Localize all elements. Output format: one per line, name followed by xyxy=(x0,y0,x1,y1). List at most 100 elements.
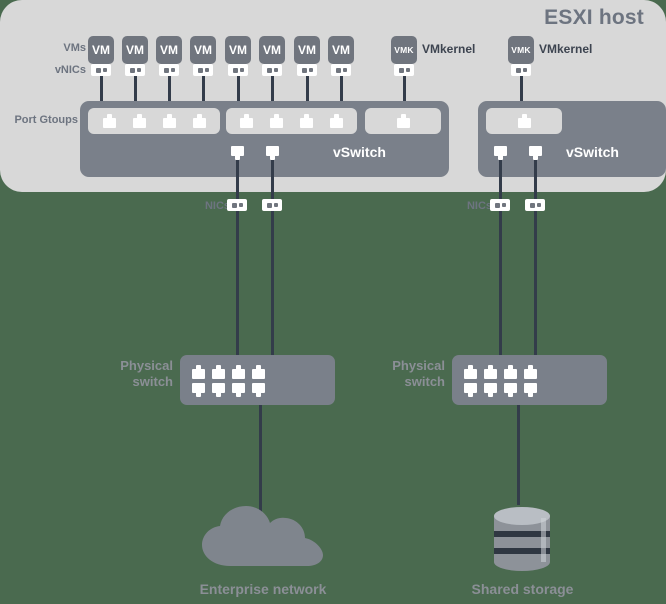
physical-switch-left-label: Physical switch xyxy=(120,358,173,389)
vmkernel-badge: VMK xyxy=(511,45,531,55)
vnic-wire xyxy=(403,76,406,104)
vm-box[interactable]: VM xyxy=(156,36,182,64)
vmkernel-box[interactable]: VMK xyxy=(508,36,534,64)
uplink-wire xyxy=(236,160,239,200)
vswitch-uplink-port xyxy=(231,146,244,160)
uplink-wire xyxy=(499,160,502,200)
vswitch-uplink-port xyxy=(266,146,279,160)
vnic-wire xyxy=(271,76,274,104)
ethernet-port-icon xyxy=(524,383,537,397)
ethernet-port-icon xyxy=(299,114,313,128)
vnic-icon xyxy=(193,64,213,76)
vm-box[interactable]: VM xyxy=(328,36,354,64)
vswitch-right-label: vSwitch xyxy=(566,144,619,160)
nic-icon xyxy=(227,199,247,211)
cloud-icon xyxy=(200,505,326,567)
diagram-canvas: ESXI host VMs vNICs Port Gtoups NICs NIC… xyxy=(0,0,666,604)
vnic-wire xyxy=(100,76,103,104)
physical-switch-right[interactable] xyxy=(452,355,607,405)
nic-to-switch-wire xyxy=(534,211,537,357)
ethernet-port-icon xyxy=(232,365,245,379)
switch-to-storage-wire xyxy=(517,405,520,505)
switch-to-cloud-wire xyxy=(259,405,262,515)
vm-box[interactable]: VM xyxy=(294,36,320,64)
ethernet-port-icon xyxy=(504,383,517,397)
vm-label: VM xyxy=(263,43,281,57)
vmkernel-box[interactable]: VMK xyxy=(391,36,417,64)
vm-box[interactable]: VM xyxy=(122,36,148,64)
vnic-icon xyxy=(297,64,317,76)
ethernet-port-icon xyxy=(484,383,497,397)
vnic-wire xyxy=(306,76,309,104)
nic-icon xyxy=(525,199,545,211)
ethernet-port-icon xyxy=(329,114,343,128)
vnic-icon xyxy=(159,64,179,76)
ethernet-port-icon xyxy=(252,365,265,379)
ethernet-port-icon xyxy=(192,383,205,397)
nic-to-switch-wire xyxy=(499,211,502,357)
nic-to-switch-wire xyxy=(271,211,274,357)
vm-label: VM xyxy=(126,43,144,57)
ethernet-port-icon xyxy=(396,114,410,128)
label-nics-right: NICs xyxy=(466,200,492,212)
port-group[interactable] xyxy=(88,108,220,134)
ethernet-port-icon xyxy=(504,365,517,379)
ethernet-port-icon xyxy=(232,383,245,397)
physical-switch-left[interactable] xyxy=(180,355,335,405)
vnic-wire xyxy=(134,76,137,104)
vnic-icon xyxy=(91,64,111,76)
port-group[interactable] xyxy=(365,108,441,134)
vswitch-uplink-port xyxy=(494,146,507,160)
ethernet-port-icon xyxy=(464,365,477,379)
label-port-groups: Port Gtoups xyxy=(14,114,78,126)
label-nics-left: NICs xyxy=(204,200,230,212)
vnic-icon xyxy=(228,64,248,76)
vnic-wire xyxy=(340,76,343,104)
vnic-wire xyxy=(520,76,523,104)
ethernet-port-icon xyxy=(102,114,116,128)
port-group[interactable] xyxy=(486,108,562,134)
storage-label: Shared storage xyxy=(471,581,574,597)
port-group[interactable] xyxy=(226,108,357,134)
ethernet-port-icon xyxy=(212,365,225,379)
ethernet-port-icon xyxy=(464,383,477,397)
vm-label: VM xyxy=(194,43,212,57)
ethernet-port-icon xyxy=(270,114,284,128)
vnic-icon xyxy=(511,64,531,76)
ethernet-port-icon xyxy=(162,114,176,128)
vmkernel-label: VMkernel xyxy=(422,42,476,56)
vnic-icon xyxy=(394,64,414,76)
vmkernel-label: VMkernel xyxy=(539,42,593,56)
vm-box[interactable]: VM xyxy=(88,36,114,64)
vm-box[interactable]: VM xyxy=(190,36,216,64)
ethernet-port-icon xyxy=(484,365,497,379)
vm-label: VM xyxy=(92,43,110,57)
vm-box[interactable]: VM xyxy=(225,36,251,64)
vnic-wire xyxy=(168,76,171,104)
ethernet-port-icon xyxy=(240,114,254,128)
vnic-wire xyxy=(202,76,205,104)
label-vms: VMs xyxy=(63,42,86,54)
nic-icon xyxy=(490,199,510,211)
vswitch-uplink-port xyxy=(529,146,542,160)
vmkernel-badge: VMK xyxy=(394,45,414,55)
esxi-host-title: ESXI host xyxy=(544,6,644,29)
uplink-wire xyxy=(534,160,537,200)
vm-label: VM xyxy=(298,43,316,57)
switch-port-grid xyxy=(192,365,272,401)
ethernet-port-icon xyxy=(252,383,265,397)
ethernet-port-icon xyxy=(517,114,531,128)
ethernet-port-icon xyxy=(524,365,537,379)
label-vnics: vNICs xyxy=(54,64,86,76)
vm-box[interactable]: VM xyxy=(259,36,285,64)
cloud-label: Enterprise network xyxy=(199,581,327,597)
ethernet-port-icon xyxy=(192,114,206,128)
switch-port-grid xyxy=(464,365,544,401)
physical-switch-right-label: Physical switch xyxy=(392,358,445,389)
nic-to-switch-wire xyxy=(236,211,239,357)
ethernet-port-icon xyxy=(212,383,225,397)
vnic-icon xyxy=(262,64,282,76)
vnic-icon xyxy=(125,64,145,76)
vm-label: VM xyxy=(229,43,247,57)
vswitch-left-label: vSwitch xyxy=(333,144,386,160)
